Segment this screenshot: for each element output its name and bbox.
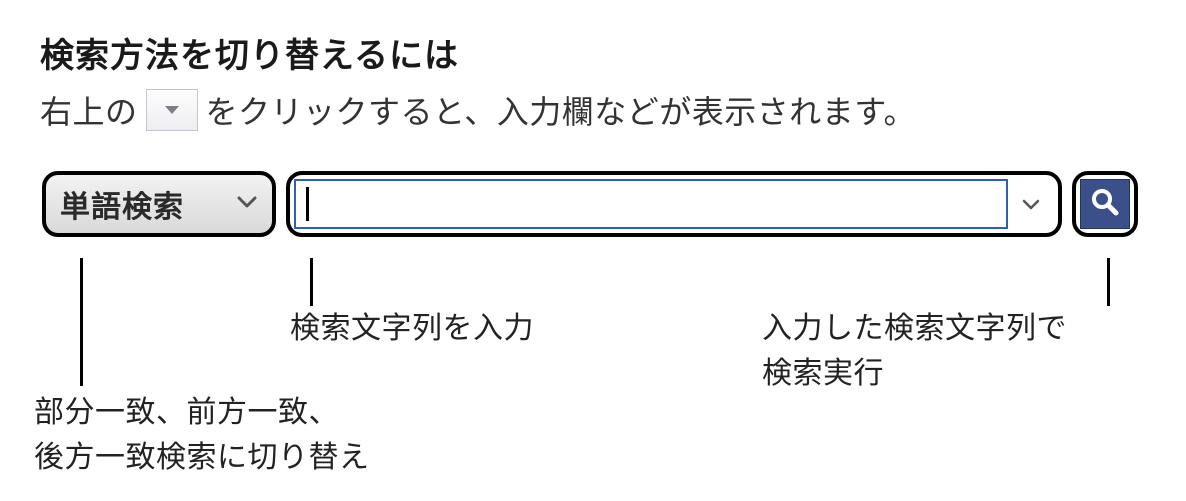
intro-text: 右上の をクリックすると、入力欄などが表示されます。 (40, 87, 1156, 133)
search-button-wrapper (1072, 171, 1138, 237)
intro-after: をクリックすると、入力欄などが表示されます。 (206, 87, 917, 133)
input-history-dropdown[interactable] (1008, 197, 1054, 211)
chevron-down-icon (236, 194, 258, 215)
callout-search: 入力した検索文字列で 検索実行 (762, 306, 1067, 396)
dropdown-toggle-icon (146, 89, 198, 131)
callout-mode: 部分一致、前方一致、 後方一致検索に切り替え (34, 390, 494, 480)
search-input-wrapper (286, 171, 1062, 237)
callout-leader (80, 258, 83, 386)
search-mode-select[interactable]: 単語検索 (42, 171, 276, 237)
search-mode-label: 単語検索 (60, 182, 184, 226)
callout-leader (1107, 258, 1110, 306)
intro-before: 右上の (40, 87, 138, 133)
search-icon (1090, 187, 1120, 222)
search-button[interactable] (1080, 179, 1130, 229)
page-title: 検索方法を切り替えるには (40, 28, 1156, 77)
callout-input: 検索文字列を入力 (290, 306, 534, 351)
text-caret (306, 187, 309, 221)
search-input[interactable] (294, 179, 1008, 229)
callout-leader (310, 258, 313, 306)
search-bar: 単語検索 (42, 171, 1138, 237)
